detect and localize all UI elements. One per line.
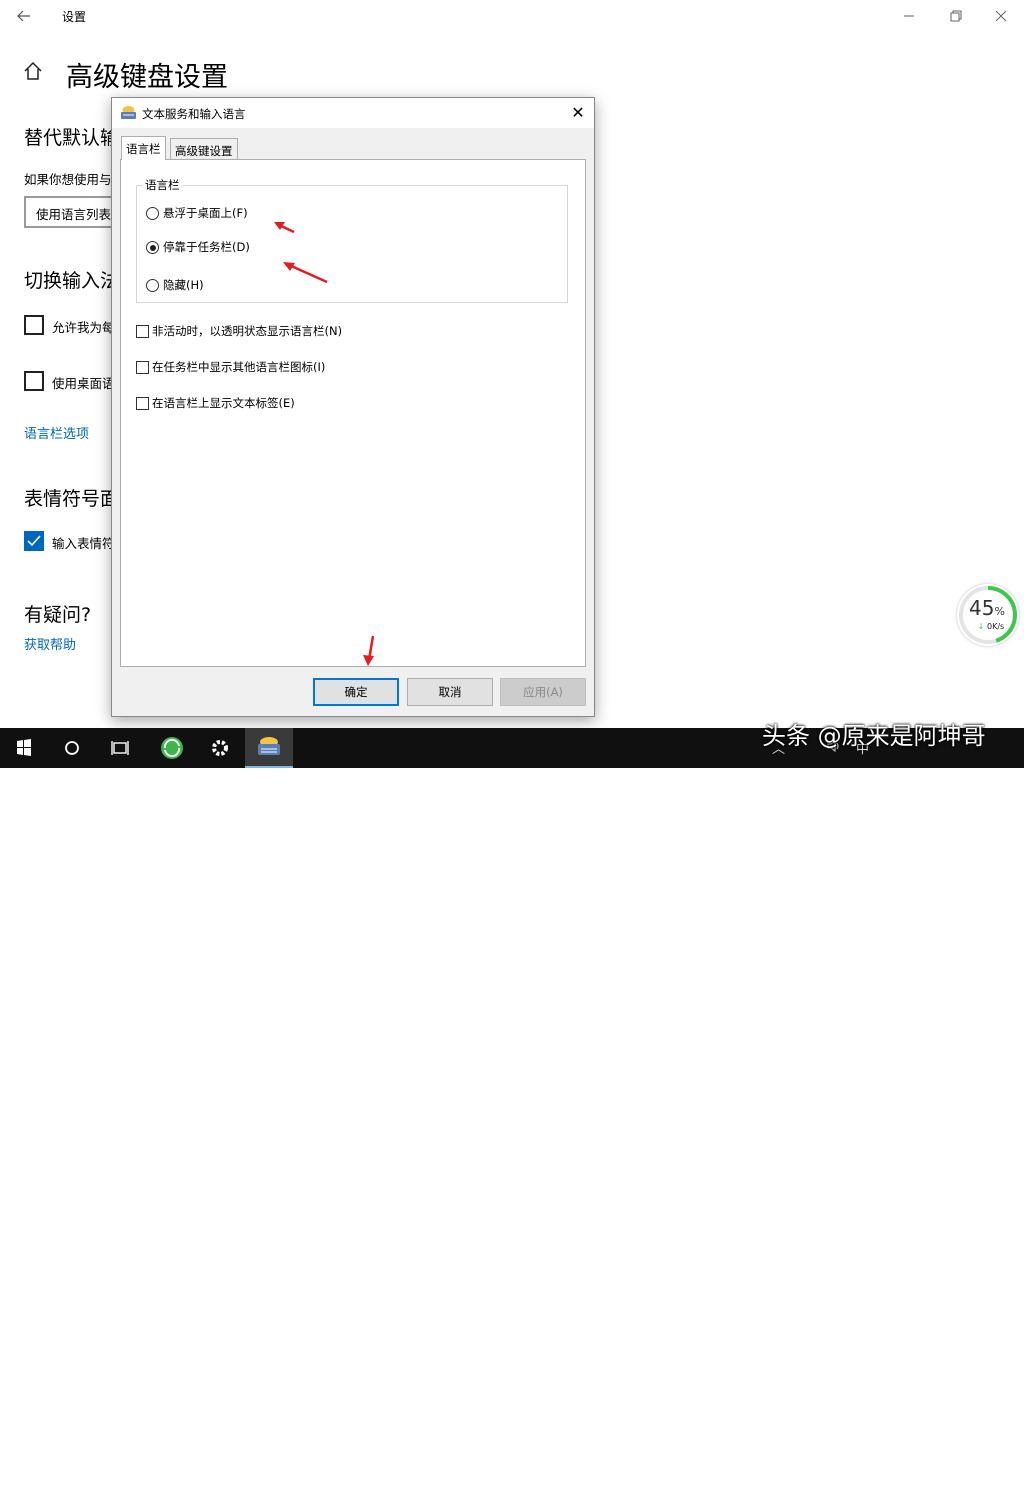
checkbox-extra-icons-label: 在任务栏中显示其他语言栏图标(I) (152, 360, 326, 374)
tab-advanced-keys[interactable]: 高级键设置 (170, 138, 238, 160)
start-icon[interactable] (0, 728, 48, 768)
radio-hidden-label: 隐藏(H) (163, 278, 204, 292)
window-title: 设置 (62, 10, 87, 24)
close-icon[interactable] (978, 6, 1024, 28)
browser-icon[interactable] (148, 728, 196, 768)
restore-icon[interactable] (932, 6, 978, 28)
minimize-icon[interactable] (886, 6, 932, 28)
usage-unit: % (994, 605, 1005, 618)
down-arrow-icon: ↓ (977, 622, 985, 631)
keyboard-icon[interactable] (245, 728, 293, 768)
watermark: 头条 @原来是阿坤哥 (762, 722, 986, 750)
page-title: 高级键盘设置 (66, 62, 228, 93)
radio-float-desktop[interactable] (146, 207, 159, 220)
task-view-icon[interactable] (96, 728, 144, 768)
radio-hidden[interactable] (146, 279, 159, 292)
emoji-checkbox[interactable] (24, 531, 44, 551)
tab-panel: 语言栏 悬浮于桌面上(F) 停靠于任务栏(D) 隐藏(H) 非活动时，以透明状态… (120, 159, 586, 667)
taskbar-date[interactable]: 2020/10/6 星期二 (864, 1479, 961, 1495)
text-services-dialog: 文本服务和输入语言 ✕ 语言栏 高级键设置 语言栏 悬浮于桌面上(F) 停靠于任… (111, 97, 595, 717)
keyboard-icon (120, 105, 137, 120)
radio-float-desktop-label: 悬浮于桌面上(F) (163, 206, 248, 220)
dialog-title-bar: 文本服务和输入语言 ✕ (112, 98, 594, 128)
network-speed-widget[interactable]: 45% ↓ 0K/s (957, 584, 1019, 646)
tab-language-bar[interactable]: 语言栏 (121, 136, 166, 160)
ok-button[interactable]: 确定 (313, 678, 399, 706)
checkbox-text-labels[interactable] (136, 397, 149, 410)
section-heading-switch-ime: 切换输入法 (24, 270, 120, 292)
radio-dock-taskbar-label: 停靠于任务栏(D) (163, 240, 250, 254)
usage-value: 45 (969, 596, 995, 620)
checkbox-transparent[interactable] (136, 325, 149, 338)
apply-button[interactable]: 应用(A) (500, 678, 586, 706)
cancel-button[interactable]: 取消 (407, 678, 493, 706)
get-help-link[interactable]: 获取帮助 (24, 634, 76, 653)
settings-icon[interactable] (196, 728, 244, 768)
langbar-options-link[interactable]: 语言栏选项 (24, 423, 89, 442)
dialog-title: 文本服务和输入语言 (142, 107, 246, 121)
title-bar: 设置 (0, 0, 1024, 32)
group-label: 语言栏 (142, 177, 183, 193)
section-heading-help: 有疑问? (24, 604, 92, 626)
speed-value: 0K/s (987, 622, 1005, 631)
usage-percent: 45% (957, 596, 1017, 620)
back-arrow-icon[interactable] (14, 6, 34, 26)
checkbox-text-labels-label: 在语言栏上显示文本标签(E) (152, 396, 295, 410)
per-app-ime-checkbox[interactable] (24, 315, 44, 335)
desktop-langbar-checkbox[interactable] (24, 371, 44, 391)
radio-dock-taskbar[interactable] (146, 241, 159, 254)
home-icon[interactable] (22, 60, 44, 82)
search-icon[interactable] (48, 728, 96, 768)
close-icon[interactable]: ✕ (566, 101, 590, 125)
checkbox-transparent-label: 非活动时，以透明状态显示语言栏(N) (152, 324, 343, 338)
checkbox-extra-icons[interactable] (136, 361, 149, 374)
speed-readout: ↓ 0K/s (965, 622, 1017, 631)
